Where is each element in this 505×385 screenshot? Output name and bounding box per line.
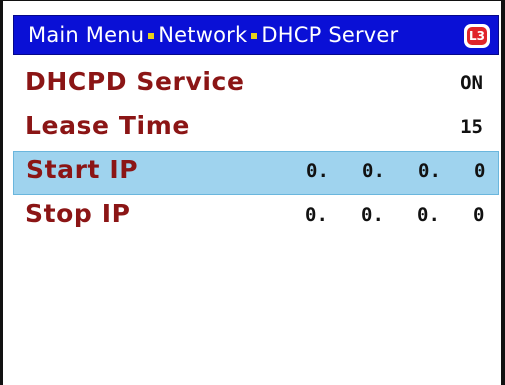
start-ip-octet-4[interactable]: 0 <box>474 160 485 182</box>
row-label: Start IP <box>26 155 139 184</box>
row-label: Stop IP <box>25 199 131 228</box>
row-label: Lease Time <box>25 111 190 140</box>
dhcpd-service-value[interactable]: ON <box>460 72 483 94</box>
stop-ip-octet-4[interactable]: 0 <box>473 204 484 226</box>
menu-row-start-ip[interactable]: Start IP 0. 0. 0. 0 <box>13 151 499 195</box>
breadcrumb-network[interactable]: Network <box>158 23 247 47</box>
title-bar: Main Menu Network DHCP Server L3 <box>13 15 499 55</box>
breadcrumb-separator <box>148 33 155 39</box>
start-ip-octet-2[interactable]: 0. <box>362 160 385 182</box>
stop-ip-octet-2[interactable]: 0. <box>361 204 384 226</box>
row-label: DHCPD Service <box>25 67 245 96</box>
lease-time-value[interactable]: 15 <box>460 116 483 138</box>
menu-row-lease-time[interactable]: Lease Time 15 <box>13 107 499 151</box>
breadcrumb-dhcp-server: DHCP Server <box>261 23 399 47</box>
level-badge-text: L3 <box>467 27 487 45</box>
menu-row-dhcpd-service[interactable]: DHCPD Service ON <box>13 63 499 107</box>
stop-ip-octet-1[interactable]: 0. <box>305 204 328 226</box>
menu-row-stop-ip[interactable]: Stop IP 0. 0. 0. 0 <box>13 195 499 239</box>
breadcrumb: Main Menu Network DHCP Server <box>14 23 398 47</box>
breadcrumb-separator <box>251 33 258 39</box>
level-badge-icon: L3 <box>464 24 490 48</box>
settings-list: DHCPD Service ON Lease Time 15 Start IP … <box>13 63 499 239</box>
osd-screen: Main Menu Network DHCP Server L3 DHCPD S… <box>0 0 505 385</box>
start-ip-octet-3[interactable]: 0. <box>418 160 441 182</box>
stop-ip-octet-3[interactable]: 0. <box>417 204 440 226</box>
breadcrumb-main-menu[interactable]: Main Menu <box>28 23 144 47</box>
start-ip-octet-1[interactable]: 0. <box>306 160 329 182</box>
